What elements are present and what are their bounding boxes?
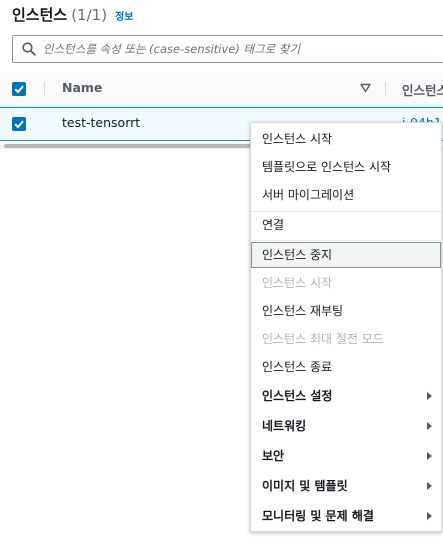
checkbox-checked-icon [14, 120, 24, 129]
menu-item-launch-instances[interactable]: 인스턴스 시작 [251, 126, 441, 152]
caret-right-icon [427, 392, 432, 400]
page-header: 인스턴스 (1/1) 정보 [12, 4, 133, 30]
menu-divider [251, 240, 441, 241]
menu-item-launch-from-template[interactable]: 템플릿으로 인스턴스 시작 [251, 154, 441, 180]
search-bar[interactable] [12, 35, 443, 63]
menu-item-security[interactable]: 보안 [251, 443, 441, 469]
menu-item-image-and-templates[interactable]: 이미지 및 템플릿 [251, 473, 441, 499]
table-header: Name 인스턴스 [0, 72, 443, 107]
search-icon [22, 42, 36, 56]
caret-right-icon [427, 452, 432, 460]
menu-item-migrate-server[interactable]: 서버 마이그레이션 [251, 182, 441, 208]
instance-actions-menu: 인스턴스 시작 템플릿으로 인스턴스 시작 서버 마이그레이션 연결 인스턴스 … [250, 122, 442, 532]
menu-item-reboot-instance[interactable]: 인스턴스 재부팅 [251, 298, 441, 324]
selection-count: (1/1) [71, 6, 108, 24]
caret-right-icon [427, 482, 432, 490]
info-link[interactable]: 정보 [115, 8, 133, 23]
menu-item-networking[interactable]: 네트워킹 [251, 413, 441, 439]
caret-right-icon [427, 422, 432, 430]
sort-down-icon[interactable] [360, 83, 371, 93]
column-header-instance[interactable]: 인스턴스 [402, 80, 443, 99]
caret-right-icon [427, 512, 432, 520]
instance-name-cell: test-tensorrt [62, 115, 141, 130]
menu-item-monitor-and-troubleshoot[interactable]: 모니터링 및 문제 해결 [251, 503, 441, 529]
select-all-checkbox[interactable] [12, 82, 26, 96]
column-divider [44, 82, 45, 96]
menu-item-hibernate-instance: 인스턴스 최대 절전 모드 [262, 332, 384, 346]
search-input[interactable] [43, 39, 443, 59]
menu-item-connect[interactable]: 연결 [251, 212, 441, 238]
column-header-name[interactable]: Name [62, 80, 102, 95]
page-title: 인스턴스 [12, 6, 68, 24]
checkbox-checked-icon [14, 85, 24, 94]
menu-item-start-instance: 인스턴스 시작 [262, 276, 333, 290]
row-checkbox[interactable] [12, 117, 26, 131]
menu-item-terminate-instance[interactable]: 인스턴스 종료 [251, 354, 441, 380]
menu-item-stop-instance[interactable]: 인스턴스 중지 [251, 242, 441, 268]
column-resizer[interactable] [385, 82, 386, 96]
menu-item-instance-settings[interactable]: 인스턴스 설정 [251, 383, 441, 409]
